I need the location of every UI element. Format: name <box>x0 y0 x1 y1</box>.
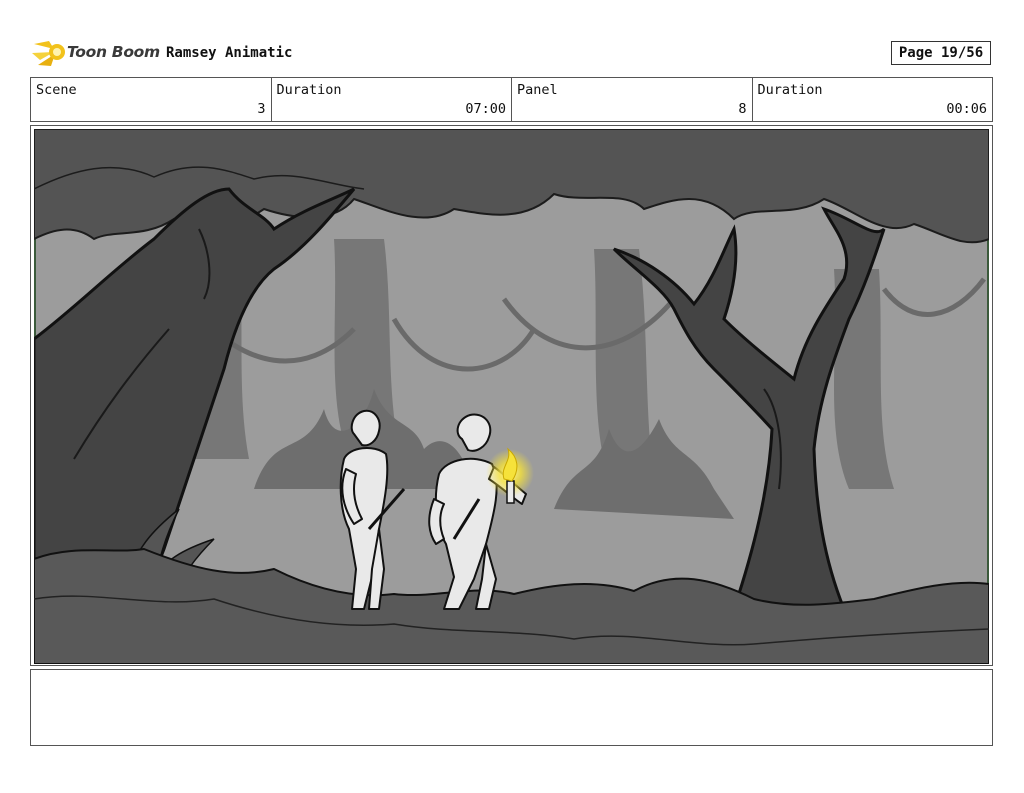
panel-value: 8 <box>738 101 747 117</box>
scene-label: Scene <box>36 82 77 98</box>
scene-duration-label: Duration <box>276 82 342 98</box>
toon-boom-star-icon <box>32 41 65 66</box>
storyboard-panel <box>30 125 993 666</box>
panel-info-row: Scene 3 Duration 07:00 Panel 8 Duration … <box>30 77 993 122</box>
panel-notes-box <box>30 669 993 746</box>
panel-cell: Panel 8 <box>512 78 753 121</box>
panel-label: Panel <box>517 82 558 98</box>
panel-duration-label: Duration <box>757 82 823 98</box>
project-title: Ramsey Animatic <box>166 45 293 61</box>
page-indicator: Page 19/56 <box>891 41 991 65</box>
panel-duration-cell: Duration 00:06 <box>753 78 993 121</box>
scene-duration-value: 07:00 <box>465 101 506 117</box>
scene-value: 3 <box>257 101 266 117</box>
scene-duration-cell: Duration 07:00 <box>272 78 512 121</box>
toon-boom-logo: Toon Boom <box>32 36 160 68</box>
logo-text: Toon Boom <box>67 43 160 61</box>
panel-sketch-image <box>34 129 989 664</box>
panel-duration-value: 00:06 <box>946 101 987 117</box>
scene-cell: Scene 3 <box>31 78 272 121</box>
